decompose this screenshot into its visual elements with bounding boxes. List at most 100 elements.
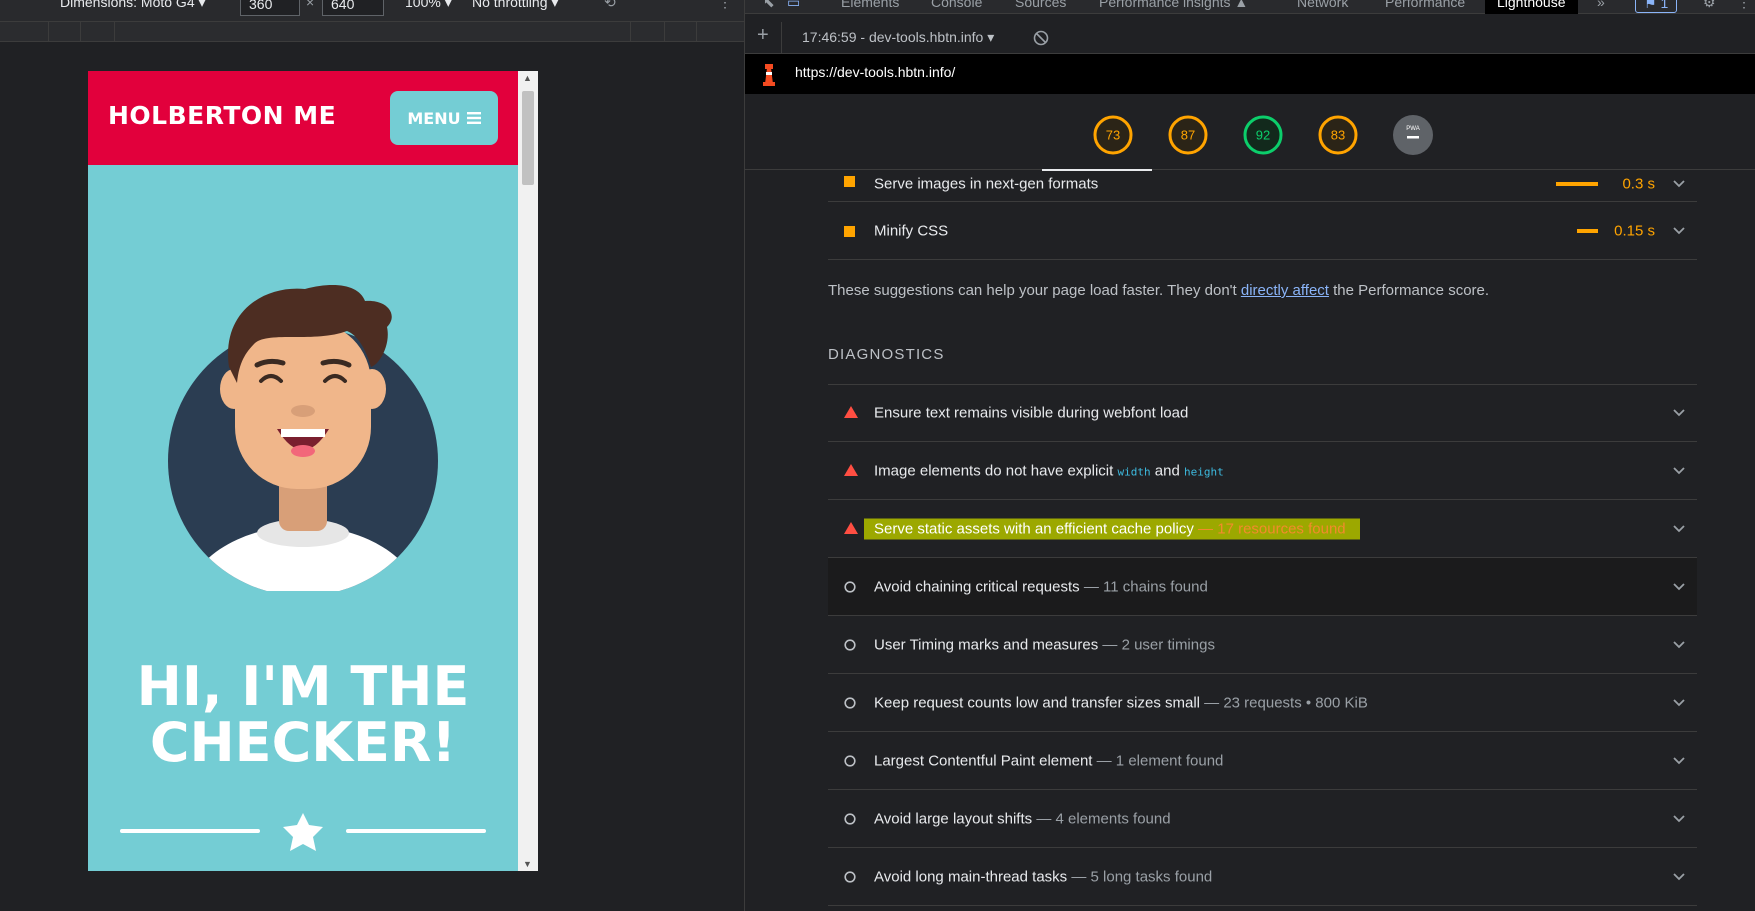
directly-affect-link[interactable]: directly affect xyxy=(1241,282,1329,299)
zoom-label: 100% xyxy=(405,0,441,10)
audit-row[interactable]: Image elements do not have explicit widt… xyxy=(828,442,1697,500)
audit-title-text: Serve static assets with an efficient ca… xyxy=(874,520,1194,537)
tab-sources[interactable]: Sources xyxy=(1015,0,1066,10)
seo-score-gauge[interactable]: 83 xyxy=(1317,114,1359,156)
chevron-down-icon[interactable] xyxy=(1673,582,1685,591)
inspect-element-icon[interactable]: ⬉ xyxy=(763,0,775,11)
tab-elements[interactable]: Elements xyxy=(841,0,899,10)
chevron-down-icon[interactable] xyxy=(1673,466,1685,475)
audit-detail: — 1 element found xyxy=(1092,752,1224,769)
audit-row[interactable]: Avoid large layout shifts — 4 elements f… xyxy=(828,790,1697,848)
viewport-scrollbar[interactable]: ▲ ▼ xyxy=(518,71,538,871)
zoom-select[interactable]: 100% ▾ xyxy=(405,0,452,11)
audit-title: Avoid large layout shifts — 4 elements f… xyxy=(874,810,1171,827)
performance-score-gauge[interactable]: 73 xyxy=(1092,114,1134,156)
hero-line-1: HI, I'M THE xyxy=(136,655,470,718)
audit-detail: — 4 elements found xyxy=(1032,810,1171,827)
audit-row[interactable]: Serve images in next-gen formats 0.3 s xyxy=(828,170,1697,202)
chevron-down-icon[interactable] xyxy=(1673,872,1685,881)
audit-row[interactable]: User Timing marks and measures — 2 user … xyxy=(828,616,1697,674)
audit-title: Avoid long main-thread tasks — 5 long ta… xyxy=(874,868,1212,885)
score-gauges: 73 87 92 83 PWA xyxy=(745,94,1755,171)
average-square-icon xyxy=(844,176,855,187)
audit-title: Keep request counts low and transfer siz… xyxy=(874,694,1368,711)
more-options-icon[interactable]: ⋮ xyxy=(718,0,732,11)
device-dimensions-label: Dimensions: Moto G4 xyxy=(60,0,195,10)
width-input[interactable]: 360 xyxy=(240,0,300,16)
audit-detail: — 2 user timings xyxy=(1098,636,1215,653)
chevron-down-icon[interactable] xyxy=(1673,524,1685,533)
device-dimensions-select[interactable]: Dimensions: Moto G4 ▾ xyxy=(60,0,206,11)
tab-performance-insights[interactable]: Performance insights ▲ xyxy=(1099,0,1248,10)
chevron-down-icon[interactable] xyxy=(1673,756,1685,765)
settings-gear-icon[interactable]: ⚙ xyxy=(1703,0,1716,11)
lighthouse-logo-icon xyxy=(763,64,775,86)
lighthouse-toolbar: + 17:46:59 - dev-tools.hbtn.info ▾ xyxy=(745,22,1755,54)
audit-row[interactable]: Ensure text remains visible during webfo… xyxy=(828,384,1697,442)
device-toolbar: Dimensions: Moto G4 ▾ 360 × 640 100% ▾ N… xyxy=(0,0,744,22)
audit-row[interactable]: Keep request counts low and transfer siz… xyxy=(828,674,1697,732)
audit-title: Image elements do not have explicit widt… xyxy=(874,462,1224,479)
clear-block-icon[interactable] xyxy=(1033,30,1049,46)
devtools-menu-icon[interactable]: ⋮ xyxy=(1737,0,1751,11)
best-practices-score-gauge[interactable]: 92 xyxy=(1242,114,1284,156)
audit-title: User Timing marks and measures — 2 user … xyxy=(874,636,1215,653)
media-query-ruler[interactable] xyxy=(0,22,744,42)
accessibility-score-gauge[interactable]: 87 xyxy=(1167,114,1209,156)
chevron-down-icon[interactable] xyxy=(1673,640,1685,649)
chevron-down-icon[interactable] xyxy=(1673,180,1685,188)
tab-console[interactable]: Console xyxy=(931,0,982,10)
menu-button[interactable]: MENU xyxy=(390,91,498,145)
report-select[interactable]: 17:46:59 - dev-tools.hbtn.info ▾ xyxy=(802,29,994,46)
scrollbar-thumb[interactable] xyxy=(522,91,534,185)
pwa-score-gauge[interactable]: PWA xyxy=(1392,114,1434,156)
throttling-label: No throttling xyxy=(472,0,548,10)
height-input[interactable]: 640 xyxy=(322,0,384,16)
ruler-segment xyxy=(114,22,115,42)
audit-title-text: Avoid large layout shifts xyxy=(874,810,1033,827)
ruler-segment xyxy=(630,22,631,42)
emulated-viewport: HOLBERTON ME MENU HI, I'M THE CHECKER! ▲… xyxy=(88,71,538,871)
menu-label: MENU xyxy=(407,108,461,128)
devtools-tab-bar: ⬉ ▭ Elements Console Sources Performance… xyxy=(745,0,1755,14)
audit-title-part: and xyxy=(1150,462,1184,479)
tab-network[interactable]: Network xyxy=(1297,0,1348,10)
chevron-down-icon[interactable] xyxy=(1673,226,1685,235)
audit-row[interactable]: Largest Contentful Paint element — 1 ele… xyxy=(828,732,1697,790)
ruler-segment xyxy=(664,22,665,42)
info-circle-icon xyxy=(844,871,856,883)
savings-bar xyxy=(1577,228,1598,233)
tab-performance[interactable]: Performance xyxy=(1385,0,1465,10)
audit-title-text: Avoid long main-thread tasks xyxy=(874,868,1068,885)
report-url-bar: https://dev-tools.hbtn.info/ xyxy=(745,54,1755,94)
audit-detail: — 5 long tasks found xyxy=(1067,868,1213,885)
issues-badge[interactable]: ⚑ 1 xyxy=(1635,0,1678,13)
rotate-icon[interactable]: ⟲ xyxy=(604,0,616,11)
audit-title-text: Avoid chaining critical requests xyxy=(874,578,1080,595)
more-tabs-icon[interactable]: » xyxy=(1597,0,1605,10)
chevron-down-icon[interactable] xyxy=(1673,698,1685,707)
audit-title-text: Keep request counts low and transfer siz… xyxy=(874,694,1200,711)
audit-row[interactable]: Serve static assets with an efficient ca… xyxy=(828,500,1697,558)
seo-score-value: 83 xyxy=(1331,128,1345,143)
highlighted-text: Serve static assets with an efficient ca… xyxy=(864,518,1360,539)
best-practices-score-value: 92 xyxy=(1256,128,1270,143)
savings-value: 0.3 s xyxy=(1622,175,1655,193)
tab-lighthouse[interactable]: Lighthouse xyxy=(1485,0,1578,14)
report-url[interactable]: https://dev-tools.hbtn.info/ xyxy=(795,64,955,80)
fail-triangle-icon xyxy=(844,522,858,534)
scroll-down-arrow-icon[interactable]: ▼ xyxy=(523,859,532,869)
chevron-down-icon[interactable] xyxy=(1673,814,1685,823)
throttling-select[interactable]: No throttling ▾ xyxy=(472,0,558,11)
new-report-plus-icon[interactable]: + xyxy=(757,24,769,47)
audit-title: Largest Contentful Paint element — 1 ele… xyxy=(874,752,1223,769)
fail-triangle-icon xyxy=(844,464,858,476)
audit-row[interactable]: Avoid long main-thread tasks — 5 long ta… xyxy=(828,848,1697,906)
device-toolbar-icon[interactable]: ▭ xyxy=(787,0,800,11)
site-brand[interactable]: HOLBERTON ME xyxy=(108,101,336,130)
chevron-down-icon[interactable] xyxy=(1673,408,1685,417)
audit-row[interactable]: Avoid chaining critical requests — 11 ch… xyxy=(828,558,1697,616)
audit-row[interactable]: Minify CSS 0.15 s xyxy=(828,202,1697,260)
scroll-up-arrow-icon[interactable]: ▲ xyxy=(523,73,532,83)
average-square-icon xyxy=(844,226,855,237)
